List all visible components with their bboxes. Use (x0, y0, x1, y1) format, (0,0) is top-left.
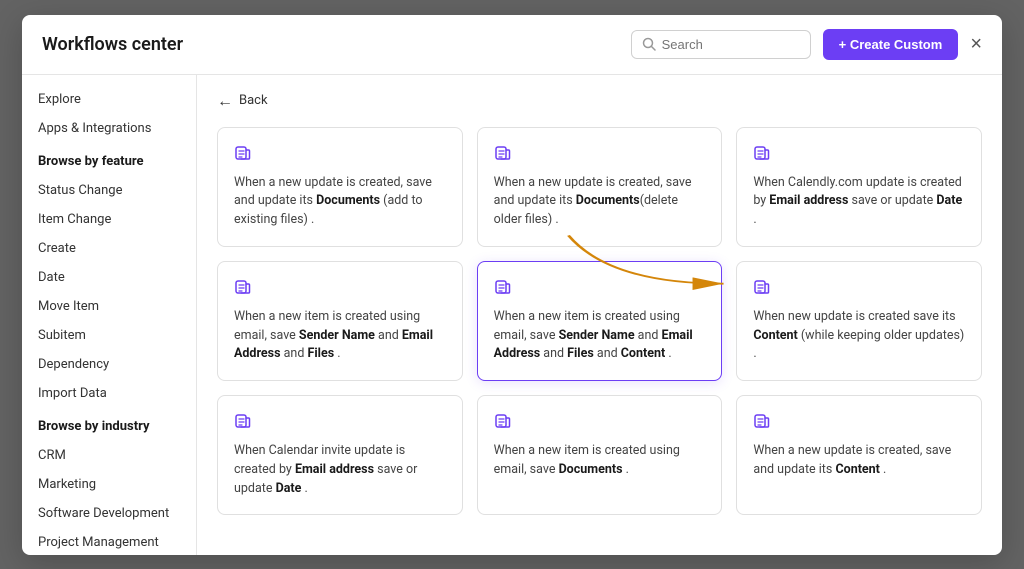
card-icon-3 (753, 144, 965, 166)
card-icon-9 (753, 412, 965, 434)
create-custom-button[interactable]: + Create Custom (823, 29, 959, 60)
workflow-card-8[interactable]: When a new item is created using email, … (477, 395, 723, 515)
sidebar-item-marketing[interactable]: Marketing (22, 470, 196, 499)
search-icon (642, 37, 656, 51)
main-content: ← Back When a new update is created, sav… (197, 75, 1002, 555)
workflow-card-7[interactable]: When Calendar invite update is created b… (217, 395, 463, 515)
modal-overlay: Workflows center + Create Custom × Explo… (0, 0, 1024, 569)
sidebar-item-move-item[interactable]: Move Item (22, 292, 196, 321)
workflow-card-4[interactable]: When a new item is created using email, … (217, 261, 463, 381)
card-icon-2 (494, 144, 706, 166)
back-button[interactable]: ← Back (217, 91, 982, 111)
card-icon-5 (494, 278, 706, 300)
workflow-card-2[interactable]: When a new update is created, save and u… (477, 127, 723, 247)
sidebar-item-dependency[interactable]: Dependency (22, 350, 196, 379)
modal-header: Workflows center + Create Custom × (22, 15, 1002, 75)
workflows-modal: Workflows center + Create Custom × Explo… (22, 15, 1002, 555)
close-button[interactable]: × (970, 34, 982, 54)
cards-grid: When a new update is created, save and u… (217, 127, 982, 516)
sidebar-item-date[interactable]: Date (22, 263, 196, 292)
sidebar-item-browse-feature: Browse by feature (22, 147, 196, 176)
workflow-card-9[interactable]: When a new update is created, save and u… (736, 395, 982, 515)
card-text-5: When a new item is created using email, … (494, 308, 706, 364)
workflow-card-1[interactable]: When a new update is created, save and u… (217, 127, 463, 247)
workflow-card-5[interactable]: When a new item is created using email, … (477, 261, 723, 381)
sidebar-item-import-data[interactable]: Import Data (22, 379, 196, 408)
card-icon-6 (753, 278, 965, 300)
sidebar: ExploreApps & Integrations Browse by feat… (22, 75, 197, 555)
workflow-card-6[interactable]: When new update is created save its Cont… (736, 261, 982, 381)
sidebar-item-status-change[interactable]: Status Change (22, 176, 196, 205)
back-arrow-icon: ← (217, 91, 233, 111)
card-text-7: When Calendar invite update is created b… (234, 442, 446, 498)
search-input[interactable] (662, 37, 800, 52)
card-text-4: When a new item is created using email, … (234, 308, 446, 364)
card-icon-7 (234, 412, 446, 434)
card-text-9: When a new update is created, save and u… (753, 442, 965, 480)
card-text-2: When a new update is created, save and u… (494, 174, 706, 230)
sidebar-item-apps-integrations[interactable]: Apps & Integrations (22, 114, 196, 143)
sidebar-item-create[interactable]: Create (22, 234, 196, 263)
card-text-8: When a new item is created using email, … (494, 442, 706, 480)
modal-title: Workflows center (42, 34, 183, 55)
search-box[interactable] (631, 30, 811, 59)
sidebar-item-subitem[interactable]: Subitem (22, 321, 196, 350)
sidebar-item-project-mgmt[interactable]: Project Management (22, 528, 196, 555)
header-right: + Create Custom × (631, 29, 982, 60)
card-text-1: When a new update is created, save and u… (234, 174, 446, 230)
sidebar-item-explore[interactable]: Explore (22, 85, 196, 114)
workflow-card-3[interactable]: When Calendly.com update is created by E… (736, 127, 982, 247)
modal-body: ExploreApps & Integrations Browse by feat… (22, 75, 1002, 555)
sidebar-item-browse-industry: Browse by industry (22, 412, 196, 441)
card-text-3: When Calendly.com update is created by E… (753, 174, 965, 230)
card-icon-1 (234, 144, 446, 166)
card-icon-8 (494, 412, 706, 434)
card-text-6: When new update is created save its Cont… (753, 308, 965, 364)
sidebar-item-crm[interactable]: CRM (22, 441, 196, 470)
card-icon-4 (234, 278, 446, 300)
sidebar-item-item-change[interactable]: Item Change (22, 205, 196, 234)
back-label: Back (239, 93, 268, 108)
sidebar-item-software-dev[interactable]: Software Development (22, 499, 196, 528)
